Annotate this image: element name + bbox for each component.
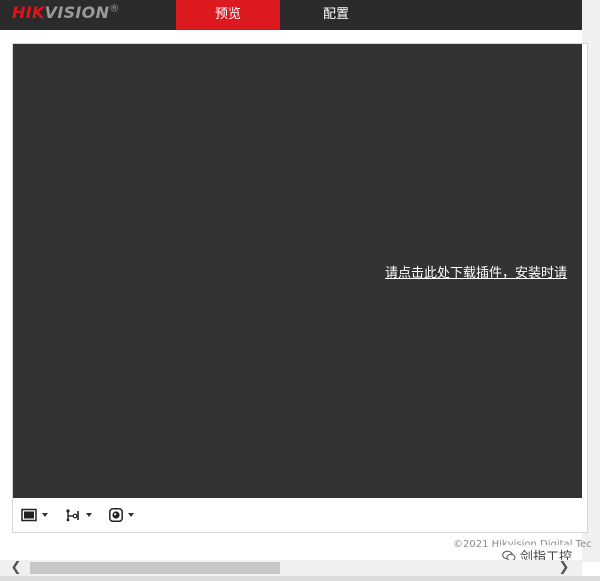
window-layout-button[interactable]: [21, 507, 48, 523]
capture-icon: [109, 508, 123, 522]
tab-config[interactable]: 配置: [284, 0, 388, 30]
chevron-down-icon: [86, 513, 92, 517]
plugin-download-link[interactable]: 请点击此处下载插件，安装时请: [385, 262, 567, 281]
scroll-left-icon[interactable]: ❮: [8, 560, 24, 576]
scrollbar-thumb[interactable]: [30, 562, 280, 574]
hikvision-logo: HIKVISION®: [12, 3, 120, 22]
stream-type-icon: [66, 509, 79, 522]
video-area: 请点击此处下载插件，安装时请: [13, 44, 582, 498]
chevron-down-icon: [42, 513, 48, 517]
capture-button[interactable]: [109, 507, 134, 523]
horizontal-scrollbar[interactable]: ❮ ❯: [0, 560, 582, 576]
window-bottom-edge: [0, 576, 600, 581]
window-layout-icon: [21, 508, 37, 522]
preview-toolbar: [13, 498, 582, 532]
tab-preview[interactable]: 预览: [176, 0, 280, 30]
top-navbar: HIKVISION® 预览 配置: [0, 0, 582, 30]
chevron-down-icon: [128, 513, 134, 517]
scroll-right-icon[interactable]: ❯: [556, 560, 572, 576]
stream-type-button[interactable]: [65, 507, 92, 523]
